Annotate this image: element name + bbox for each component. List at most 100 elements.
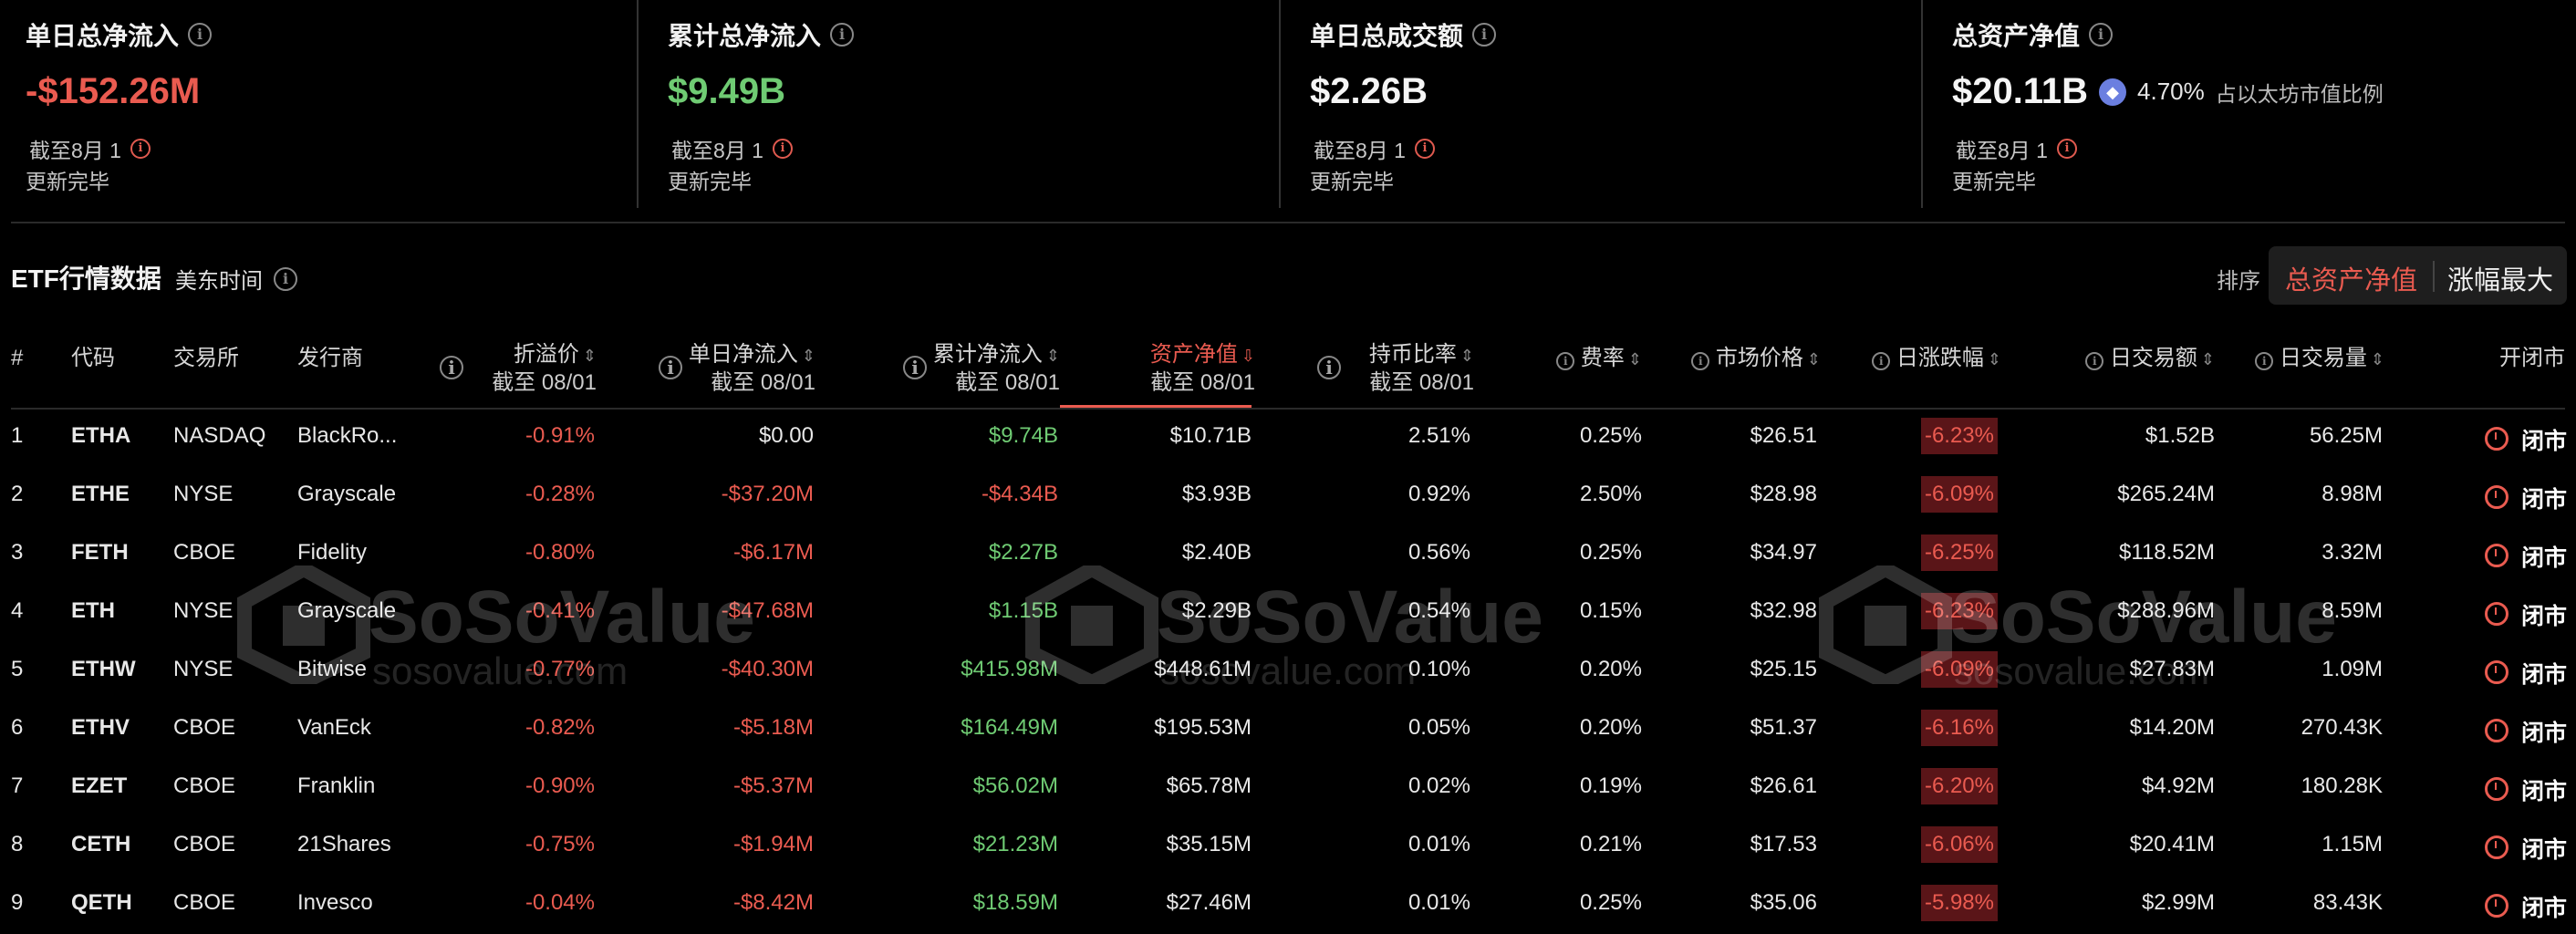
- timezone-label: 美东时间: [175, 269, 263, 294]
- col-volume-shares[interactable]: i 日交易量 ⇕: [2255, 345, 2384, 373]
- cell-cum-inflow: $21.23M: [972, 832, 1058, 856]
- col-code[interactable]: 代码: [71, 345, 115, 372]
- clock-icon: [2485, 894, 2508, 918]
- table-row[interactable]: 9 QETH CBOE Invesco -0.04% -$8.42M $18.59M $27.…: [0, 876, 2576, 934]
- clock-icon: [2485, 660, 2508, 684]
- cell-nav: $448.61M: [1154, 657, 1252, 681]
- table-row[interactable]: 4 ETH NYSE Grayscale -0.41% -$47.68M $1.15B $2.…: [0, 584, 2576, 642]
- cell-change: -6.09%: [1920, 651, 1998, 688]
- info-icon[interactable]: i: [830, 23, 855, 47]
- cell-issuer: VanEck: [297, 715, 371, 740]
- stat-daily-volume: 单日总成交额 i $2.26B 截至8月 1 i 更新完毕: [1310, 0, 1912, 206]
- cell-cum-inflow: $56.02M: [972, 773, 1058, 798]
- table-row[interactable]: 1 ETHA NASDAQ BlackRo... -0.91% $0.00 $9.74B $1…: [0, 409, 2576, 467]
- cell-volume-usd: $14.20M: [2129, 715, 2215, 740]
- table-row[interactable]: 7 EZET CBOE Franklin -0.90% -$5.37M $56.02M $65…: [0, 759, 2576, 817]
- cell-price: $32.98: [1750, 598, 1817, 623]
- cell-holding: 0.05%: [1407, 715, 1470, 740]
- cell-cum-inflow: $2.27B: [988, 540, 1058, 565]
- cell-premium: -0.80%: [525, 540, 595, 565]
- stat-title: 单日总净流入: [26, 22, 180, 50]
- cell-cum-inflow: -$4.34B: [981, 482, 1058, 506]
- cell-change: -6.23%: [1920, 593, 1998, 629]
- cell-code[interactable]: ETHE: [71, 482, 130, 507]
- cell-nav: $27.46M: [1166, 890, 1252, 915]
- info-icon[interactable]: i: [130, 139, 151, 159]
- info-icon[interactable]: i: [1472, 23, 1497, 47]
- cell-fee: 2.50%: [1579, 482, 1642, 506]
- sort-label: 排序: [2217, 269, 2260, 294]
- cell-code[interactable]: QETH: [71, 890, 132, 916]
- cell-nav: $65.78M: [1166, 773, 1252, 798]
- col-fee[interactable]: i 费率 ⇕: [1556, 345, 1642, 373]
- table-row[interactable]: 3 FETH CBOE Fidelity -0.80% -$6.17M $2.27B $2.4…: [0, 525, 2576, 584]
- table-row[interactable]: 6 ETHV CBOE VanEck -0.82% -$5.18M $164.49M $195…: [0, 700, 2576, 759]
- cell-code[interactable]: CETH: [71, 832, 130, 857]
- col-volume-usd[interactable]: i 日交易额 ⇕: [2085, 345, 2215, 373]
- cell-volume-usd: $4.92M: [2141, 773, 2215, 798]
- cell-issuer: Fidelity: [297, 540, 368, 565]
- col-issuer[interactable]: 发行商: [297, 345, 363, 372]
- sort-arrows-icon: ⇕: [1045, 347, 1060, 365]
- col-premium[interactable]: 折溢价 ⇕ 截至 08/01: [492, 341, 597, 397]
- cell-premium: -0.91%: [525, 423, 595, 448]
- cell-num: 9: [11, 890, 24, 915]
- info-icon[interactable]: i: [2056, 139, 2077, 159]
- col-holding[interactable]: 持币比率 ⇕ 截至 08/01: [1369, 341, 1474, 397]
- table-row[interactable]: 5 ETHW NYSE Bitwise -0.77% -$40.30M $415.98M $4…: [0, 642, 2576, 700]
- cell-daily-inflow: -$37.20M: [721, 482, 814, 506]
- cell-issuer: Grayscale: [297, 598, 397, 623]
- divider: [1921, 0, 1923, 208]
- info-icon[interactable]: i: [1691, 352, 1710, 370]
- cell-price: $35.06: [1750, 890, 1817, 915]
- col-nav[interactable]: 资产净值 ⇩ 截至 08/01: [1150, 341, 1255, 397]
- info-icon[interactable]: i: [1556, 352, 1575, 370]
- cell-code[interactable]: ETHA: [71, 423, 130, 449]
- stat-date: 截至8月 1: [1956, 139, 2048, 162]
- stat-value: $20.11B: [1952, 71, 2089, 111]
- divider: [2433, 261, 2435, 292]
- info-icon[interactable]: i: [1872, 352, 1891, 370]
- cell-holding: 2.51%: [1407, 423, 1470, 448]
- clock-icon: [2485, 427, 2508, 451]
- info-icon[interactable]: i: [1317, 356, 1341, 379]
- info-icon[interactable]: i: [659, 356, 682, 379]
- info-icon[interactable]: i: [2089, 23, 2114, 47]
- info-icon[interactable]: i: [188, 23, 213, 47]
- info-icon[interactable]: i: [274, 266, 297, 291]
- col-price[interactable]: i 市场价格 ⇕: [1691, 345, 1821, 373]
- cell-premium: -0.41%: [525, 598, 595, 623]
- cell-change: -6.23%: [1920, 418, 1998, 454]
- cell-num: 3: [11, 540, 24, 565]
- col-exchange[interactable]: 交易所: [173, 345, 239, 372]
- info-icon[interactable]: i: [2255, 352, 2274, 370]
- cell-volume-shares: 3.32M: [2322, 540, 2383, 565]
- info-icon[interactable]: i: [772, 139, 793, 159]
- clock-icon: [2485, 777, 2508, 801]
- divider: [11, 222, 2565, 223]
- cell-code[interactable]: ETHV: [71, 715, 130, 741]
- cell-code[interactable]: EZET: [71, 773, 127, 799]
- stat-daily-net-inflow: 单日总净流入 i -$152.26M 截至8月 1 i 更新完毕: [26, 0, 628, 206]
- cell-premium: -0.28%: [525, 482, 595, 506]
- cell-code[interactable]: ETHW: [71, 657, 136, 682]
- col-change[interactable]: i 日涨跌幅 ⇕: [1872, 345, 2001, 373]
- cell-nav: $2.40B: [1181, 540, 1252, 565]
- col-cum-inflow[interactable]: 累计净流入 ⇕ 截至 08/01: [933, 341, 1060, 397]
- cell-code[interactable]: FETH: [71, 540, 129, 566]
- sort-by-top-gainers-button[interactable]: 涨幅最大: [2447, 259, 2553, 297]
- col-daily-inflow[interactable]: 单日净流入 ⇕ 截至 08/01: [689, 341, 815, 397]
- info-icon[interactable]: i: [440, 356, 463, 379]
- sort-arrows-icon: ⇕: [1459, 347, 1474, 365]
- cell-code[interactable]: ETH: [71, 598, 115, 624]
- info-icon[interactable]: i: [1414, 139, 1435, 159]
- cell-num: 1: [11, 423, 24, 448]
- table-row[interactable]: 8 CETH CBOE 21Shares -0.75% -$1.94M $21.23M $35…: [0, 817, 2576, 876]
- info-icon[interactable]: i: [903, 356, 927, 379]
- cell-change: -6.06%: [1920, 826, 1998, 863]
- clock-icon: [2485, 602, 2508, 626]
- stat-title: 累计总净流入: [668, 22, 822, 50]
- table-row[interactable]: 2 ETHE NYSE Grayscale -0.28% -$37.20M -$4.34B $…: [0, 467, 2576, 525]
- sort-by-nav-button[interactable]: 总资产净值: [2285, 259, 2417, 297]
- info-icon[interactable]: i: [2085, 352, 2104, 370]
